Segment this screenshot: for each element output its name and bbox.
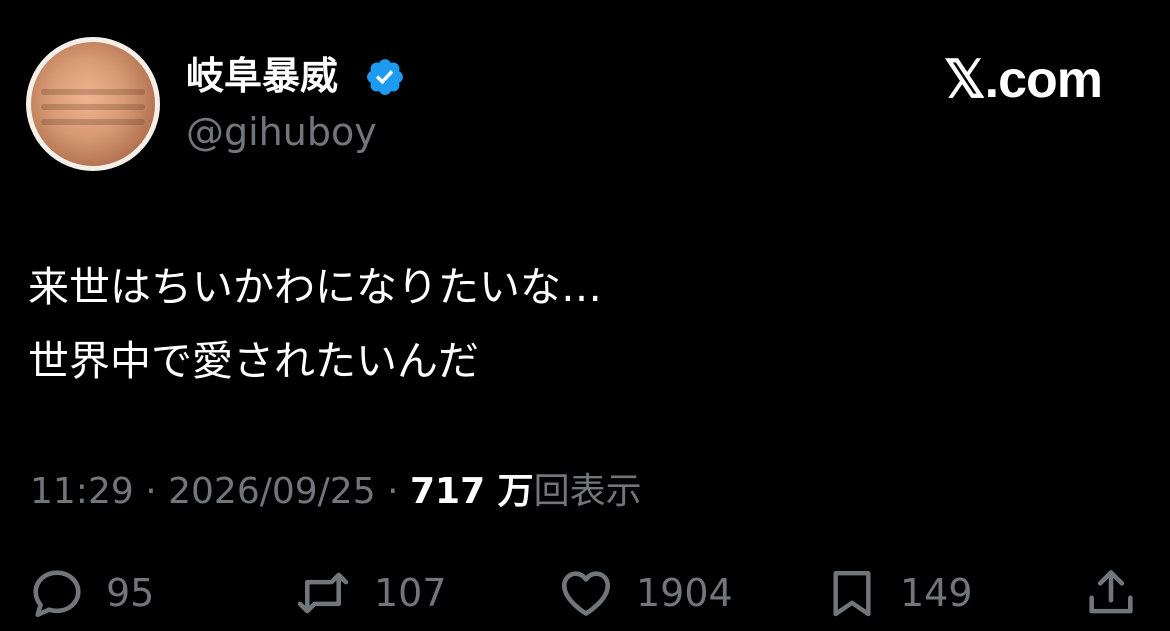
tweet-text: 来世はちいかわになりたいな… 世界中で愛されたいんだ <box>28 250 602 398</box>
retweet-count: 107 <box>374 571 447 615</box>
tweet-line: 来世はちいかわになりたいな… <box>28 263 602 311</box>
views-label: 回表示 <box>533 471 642 512</box>
heart-icon <box>561 571 611 616</box>
x-com-logo: 𝕏.com <box>943 51 1103 109</box>
action-bar: 95 107 1904 149 <box>0 562 1170 624</box>
user-handle[interactable]: @gihuboy <box>186 108 377 156</box>
retweet-button[interactable]: 107 <box>292 562 447 624</box>
bookmark-icon <box>833 570 871 617</box>
like-button[interactable]: 1904 <box>556 562 733 624</box>
like-count: 1904 <box>636 571 733 615</box>
tweet-meta: 11:29 · 2026/09/25 · 717 万回表示 <box>30 466 642 518</box>
avatar[interactable] <box>26 37 160 171</box>
reply-button[interactable]: 95 <box>28 562 154 624</box>
verified-badge-icon <box>367 59 403 95</box>
share-icon <box>1089 570 1133 614</box>
tweet-date[interactable]: 2026/09/25 <box>168 471 376 512</box>
tweet-time[interactable]: 11:29 <box>30 471 134 512</box>
tweet-line: 世界中で愛されたいんだ <box>28 337 479 385</box>
reply-icon <box>33 570 81 618</box>
meta-separator: · <box>387 471 399 512</box>
bookmark-button[interactable]: 149 <box>824 562 973 624</box>
retweet-icon <box>297 572 349 614</box>
reply-count: 95 <box>106 571 155 615</box>
display-name[interactable]: 岐阜暴威 <box>186 50 338 102</box>
views-count: 717 万 <box>409 471 534 512</box>
share-button[interactable] <box>1082 562 1140 624</box>
bookmark-count: 149 <box>900 571 973 615</box>
meta-separator: · <box>145 471 157 512</box>
